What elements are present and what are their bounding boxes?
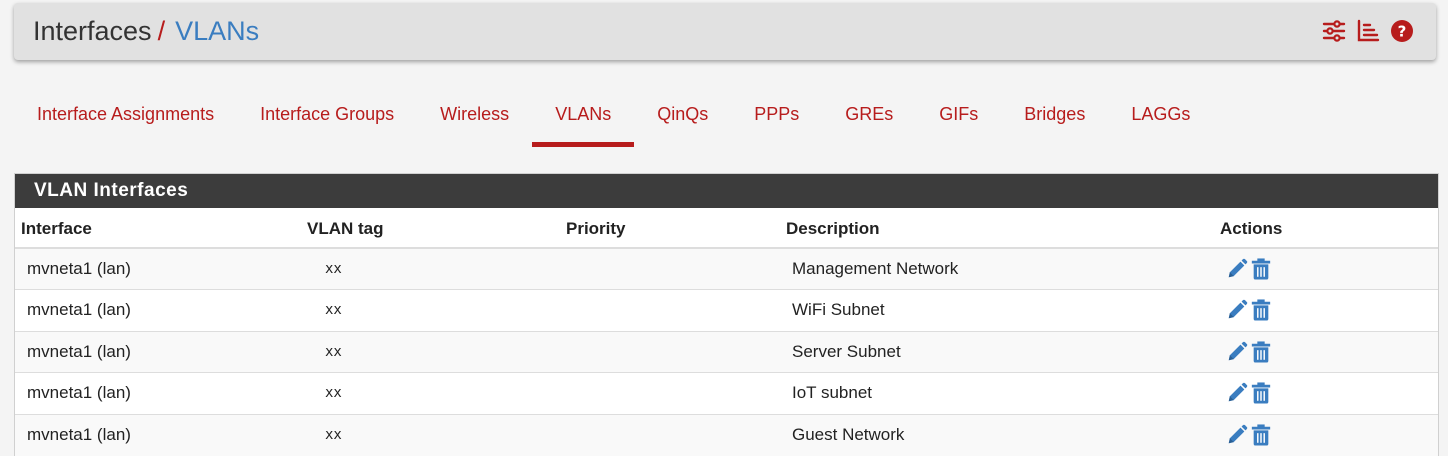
breadcrumb-parent[interactable]: Interfaces <box>33 16 152 47</box>
cell-actions <box>1214 372 1438 414</box>
cell-priority <box>560 289 780 331</box>
trash-icon[interactable] <box>1250 298 1272 322</box>
row-actions <box>1226 257 1438 281</box>
cell-actions <box>1214 247 1438 290</box>
column-header-description[interactable]: Description <box>780 208 1214 249</box>
cell-description: IoT subnet <box>780 372 1214 414</box>
page-header: Interfaces / VLANs ? <box>14 3 1436 60</box>
cell-priority <box>560 247 780 290</box>
cell-vlan-tag: xx <box>301 413 560 456</box>
tab-bridges[interactable]: Bridges <box>1001 92 1108 147</box>
tab-qinqs[interactable]: QinQs <box>634 92 731 147</box>
cell-interface: mvneta1 (lan) <box>15 289 301 331</box>
pencil-icon[interactable] <box>1226 298 1248 322</box>
cell-description: Management Network <box>780 247 1214 290</box>
cell-vlan-tag: xx <box>301 247 560 290</box>
column-header-priority[interactable]: Priority <box>560 208 780 249</box>
table-row: mvneta1 (lan) xx IoT subnet <box>15 372 1438 414</box>
trash-icon[interactable] <box>1250 257 1272 281</box>
cell-interface: mvneta1 (lan) <box>15 247 301 290</box>
tab-vlans[interactable]: VLANs <box>532 92 635 147</box>
cell-interface: mvneta1 (lan) <box>15 413 301 456</box>
tab-interface-assignments[interactable]: Interface Assignments <box>14 92 237 147</box>
cell-vlan-tag: xx <box>301 372 560 414</box>
vlan-interfaces-panel: VLAN Interfaces Interface VLAN tag Prior… <box>14 173 1439 456</box>
pencil-icon[interactable] <box>1226 381 1248 405</box>
pencil-icon[interactable] <box>1226 257 1248 281</box>
column-header-vlan-tag[interactable]: VLAN tag <box>301 208 560 249</box>
panel-title: VLAN Interfaces <box>15 174 1438 208</box>
table-row: mvneta1 (lan) xx WiFi Subnet <box>15 289 1438 331</box>
trash-icon[interactable] <box>1250 381 1272 405</box>
cell-priority <box>560 372 780 414</box>
cell-description: Server Subnet <box>780 330 1214 373</box>
tab-gifs[interactable]: GIFs <box>916 92 1001 147</box>
tab-laggs[interactable]: LAGGs <box>1108 92 1213 147</box>
svg-text:?: ? <box>1398 23 1407 41</box>
help-icon[interactable]: ? <box>1390 19 1414 43</box>
cell-description: WiFi Subnet <box>780 289 1214 331</box>
row-actions <box>1226 340 1438 364</box>
tab-wireless[interactable]: Wireless <box>417 92 532 147</box>
cell-interface: mvneta1 (lan) <box>15 330 301 373</box>
list-chart-icon[interactable] <box>1356 19 1380 43</box>
cell-interface: mvneta1 (lan) <box>15 372 301 414</box>
trash-icon[interactable] <box>1250 423 1272 447</box>
cell-actions <box>1214 330 1438 373</box>
header-icons: ? <box>1322 19 1414 43</box>
row-actions <box>1226 298 1438 322</box>
table-row: mvneta1 (lan) xx Management Network <box>15 247 1438 290</box>
cell-actions <box>1214 289 1438 331</box>
column-header-actions: Actions <box>1214 208 1438 249</box>
cell-vlan-tag: xx <box>301 330 560 373</box>
row-actions <box>1226 423 1438 447</box>
cell-vlan-tag: xx <box>301 289 560 331</box>
tab-interface-groups[interactable]: Interface Groups <box>237 92 417 147</box>
tab-bar: Interface Assignments Interface Groups W… <box>14 92 1213 147</box>
pencil-icon[interactable] <box>1226 340 1248 364</box>
cell-description: Guest Network <box>780 413 1214 456</box>
sliders-icon[interactable] <box>1322 19 1346 43</box>
breadcrumb-current[interactable]: VLANs <box>175 16 259 47</box>
column-header-interface[interactable]: Interface <box>15 208 301 249</box>
table-header-row: Interface VLAN tag Priority Description … <box>15 208 1438 249</box>
tab-ppps[interactable]: PPPs <box>731 92 822 147</box>
tab-gres[interactable]: GREs <box>822 92 916 147</box>
cell-priority <box>560 330 780 373</box>
cell-priority <box>560 413 780 456</box>
table-row: mvneta1 (lan) xx Guest Network <box>15 413 1438 456</box>
breadcrumb-separator: / <box>157 16 166 46</box>
row-actions <box>1226 381 1438 405</box>
vlan-table: Interface VLAN tag Priority Description … <box>15 208 1438 456</box>
cell-actions <box>1214 413 1438 456</box>
trash-icon[interactable] <box>1250 340 1272 364</box>
table-row: mvneta1 (lan) xx Server Subnet <box>15 330 1438 373</box>
pencil-icon[interactable] <box>1226 423 1248 447</box>
